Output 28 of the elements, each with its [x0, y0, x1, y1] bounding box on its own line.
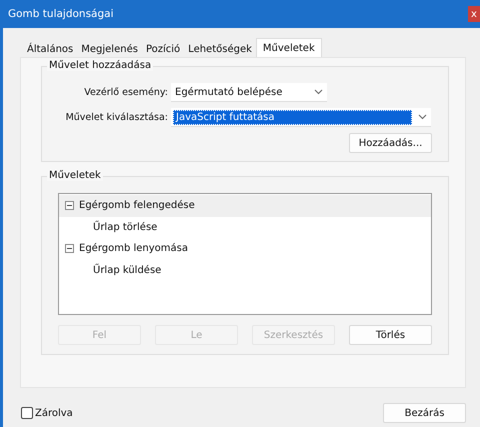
tree-item-label: Egérgomb felengedése	[79, 200, 195, 212]
tree-item[interactable]: Egérgomb felengedése	[59, 195, 431, 216]
caret-icon	[418, 114, 427, 120]
field-label: Vezérlő esemény:	[83, 87, 169, 98]
caret-icon	[314, 89, 323, 95]
close-button[interactable]: x	[468, 6, 480, 22]
collapse-icon[interactable]	[65, 244, 74, 254]
dropdown[interactable]: JavaScript futtatása	[171, 108, 431, 127]
tree-item[interactable]: Egérgomb lenyomása	[59, 238, 431, 260]
group-title: Művelet hozzáadása	[47, 60, 154, 71]
tab[interactable]: Lehetőségek	[184, 41, 256, 57]
tree-item[interactable]: Űrlap törlése	[59, 216, 431, 238]
dropdown[interactable]: Egérmutató belépése	[171, 83, 327, 102]
tab[interactable]: Megjelenés	[77, 41, 142, 57]
window-title: Gomb tulajdonságai	[8, 8, 114, 20]
tab[interactable]: Általános	[23, 41, 78, 57]
tree-item[interactable]: Űrlap küldése	[59, 260, 431, 281]
field-label: Művelet kiválasztása:	[64, 112, 169, 123]
close-dialog-button[interactable]: Bezárás	[383, 403, 466, 423]
action-button[interactable]: Törlés	[349, 325, 432, 345]
tab[interactable]: Műveletek	[256, 38, 322, 57]
checkbox[interactable]	[21, 407, 33, 419]
add-button[interactable]: Hozzáadás...	[349, 133, 432, 153]
checkbox-label: Zárolva	[35, 408, 73, 418]
group-title: Műveletek	[47, 170, 103, 181]
tree-item-label: Egérgomb lenyomása	[79, 243, 188, 254]
tab[interactable]: Pozíció	[142, 41, 184, 57]
collapse-icon[interactable]	[65, 201, 74, 210]
